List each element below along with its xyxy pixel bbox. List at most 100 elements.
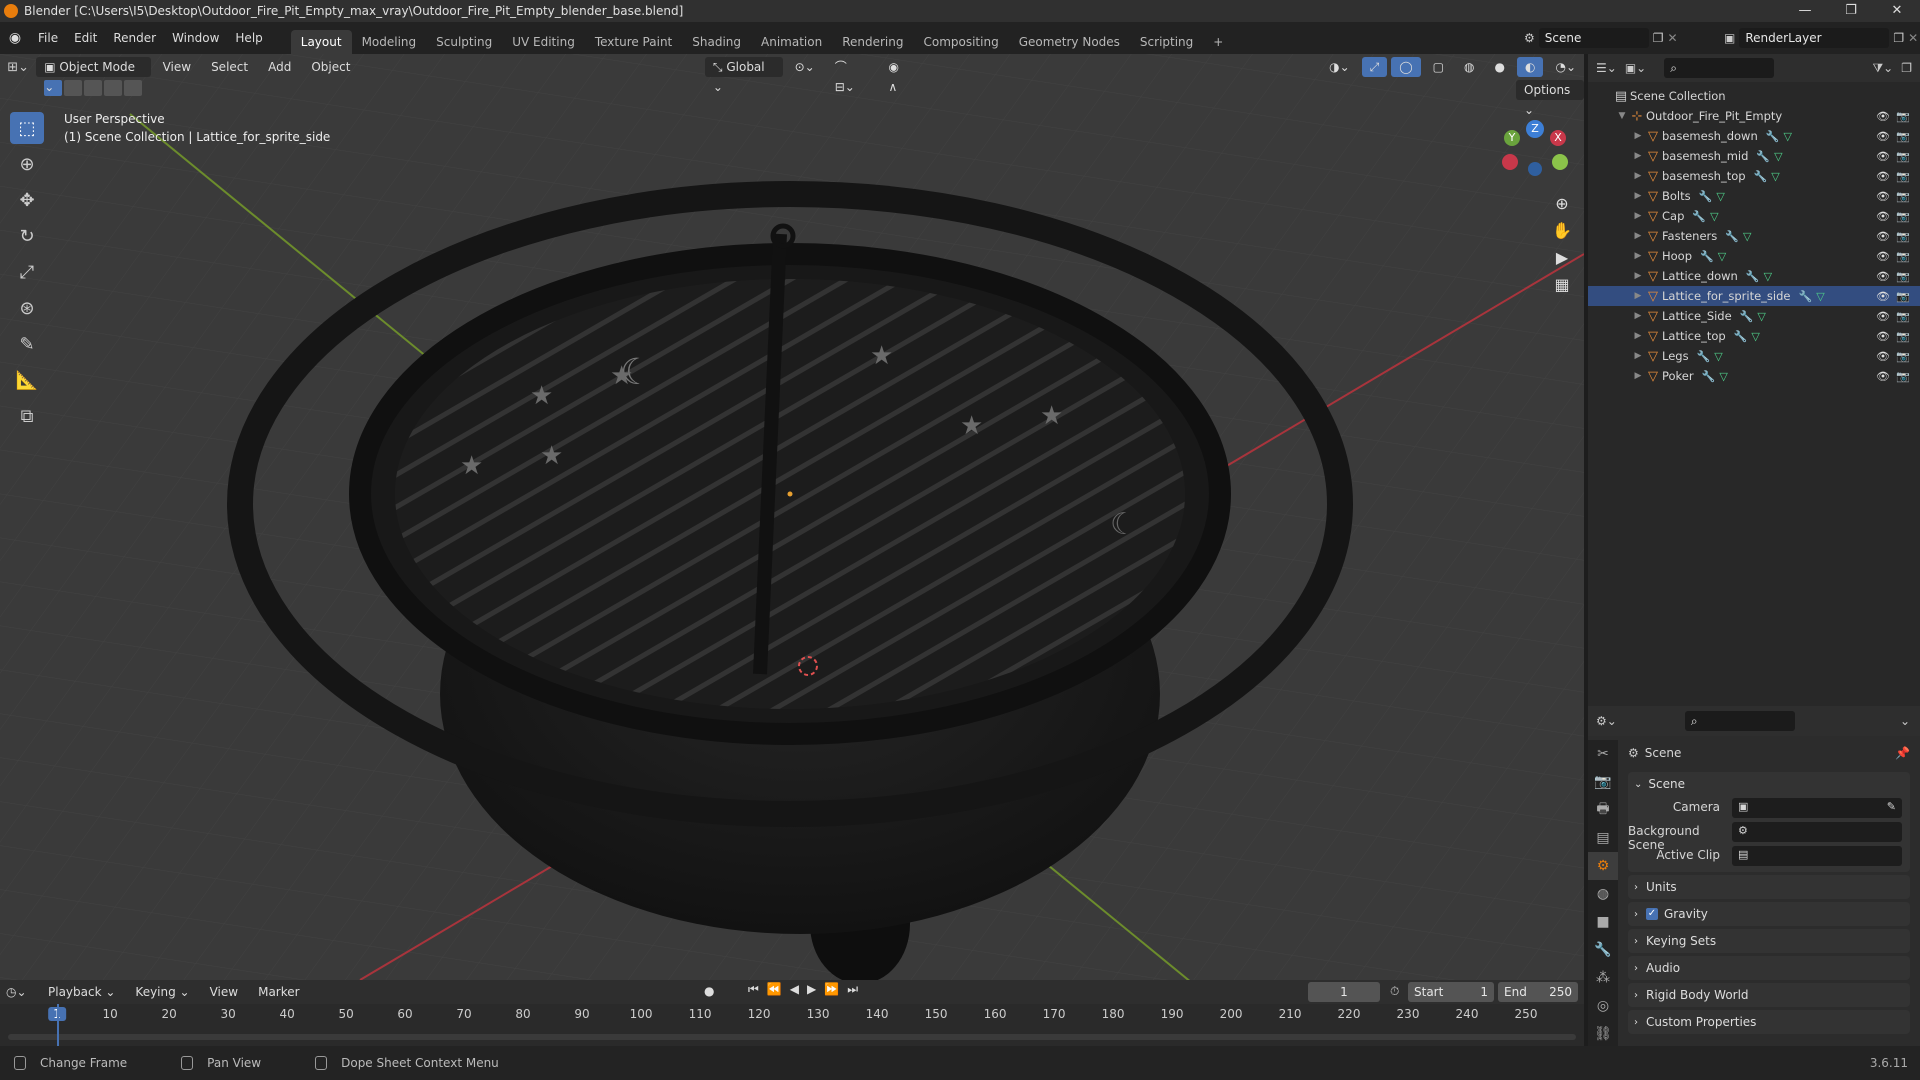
object-tab-icon[interactable]: ■ — [1588, 908, 1618, 936]
delete-view-layer-icon[interactable]: ✕ — [1908, 31, 1918, 45]
eye-icon[interactable]: 👁 — [1876, 330, 1890, 343]
render-tab-icon[interactable]: 📷 — [1588, 768, 1618, 796]
solid-shading-icon[interactable]: ● — [1487, 57, 1513, 77]
world-tab-icon[interactable]: ◍ — [1588, 880, 1618, 908]
expand-down-icon[interactable]: ▼ — [1616, 111, 1628, 121]
gizmo-z-axis[interactable]: Z — [1526, 120, 1544, 138]
tab-shading[interactable]: Shading — [682, 30, 751, 54]
material-shading-icon[interactable]: ◐ — [1516, 57, 1544, 77]
outliner-search-input[interactable]: ⌕ — [1664, 58, 1775, 78]
view-layer-tab-icon[interactable]: ▤ — [1588, 824, 1618, 852]
current-frame-field[interactable]: 1 — [1308, 982, 1380, 1002]
rotate-tool-icon[interactable]: ↻ — [10, 220, 44, 252]
scale-tool-icon[interactable]: ⤢ — [10, 256, 44, 288]
eye-icon[interactable]: 👁 — [1876, 310, 1890, 323]
render-camera-icon[interactable]: 📷 — [1896, 170, 1910, 183]
pivot-point-icon[interactable]: ⊙⌄ — [787, 57, 823, 77]
expand-right-icon[interactable]: ▶ — [1632, 171, 1644, 181]
zoom-icon[interactable]: ⊕ — [1555, 194, 1568, 213]
subpanel-audio[interactable]: › Audio — [1628, 956, 1910, 980]
modifier-icon[interactable]: 🔧 — [1692, 210, 1706, 223]
end-frame-field[interactable]: End 250 — [1498, 982, 1578, 1002]
rendered-shading-icon[interactable]: ◔⌄ — [1547, 57, 1584, 77]
subpanel-custom-properties[interactable]: › Custom Properties — [1628, 1010, 1910, 1034]
expand-right-icon[interactable]: ▶ — [1632, 131, 1644, 141]
eye-icon[interactable]: 👁 — [1876, 230, 1890, 243]
tab-uv-editing[interactable]: UV Editing — [502, 30, 585, 54]
tab-layout[interactable]: Layout — [290, 30, 352, 54]
next-keyframe-icon[interactable]: ⏩ — [824, 982, 839, 997]
mesh-data-icon[interactable]: ▽ — [1719, 370, 1727, 383]
select-intersect-icon[interactable] — [124, 80, 142, 96]
scene-name-field[interactable]: Scene — [1538, 28, 1649, 48]
render-camera-icon[interactable]: 📷 — [1896, 270, 1910, 283]
stopwatch-icon[interactable]: ⏱ — [1390, 984, 1399, 999]
camera-field[interactable]: ▣ ✎ — [1732, 798, 1902, 818]
new-scene-icon[interactable]: ❐ — [1653, 31, 1664, 45]
menu-help[interactable]: Help — [227, 22, 270, 54]
xray-toggle-icon[interactable]: ▢ — [1425, 57, 1452, 77]
properties-search-input[interactable]: ⌕ — [1684, 711, 1795, 731]
display-mode-icon[interactable]: ▣⌄ — [1625, 61, 1646, 75]
outliner-item[interactable]: ▶ ▽ Lattice_top 🔧 ▽ 👁 📷 — [1588, 326, 1920, 346]
expand-right-icon[interactable]: ▶ — [1632, 271, 1644, 281]
play-icon[interactable]: ▶ — [807, 982, 816, 997]
modifier-icon[interactable]: 🔧 — [1700, 250, 1714, 263]
navigation-gizmo[interactable]: Z Y X — [1500, 114, 1570, 184]
start-frame-field[interactable]: Start 1 — [1408, 982, 1494, 1002]
properties-options-icon[interactable]: ⌄ — [1900, 714, 1910, 728]
filter-icon[interactable]: ⧩⌄ — [1872, 61, 1893, 76]
eye-icon[interactable]: 👁 — [1876, 190, 1890, 203]
expand-right-icon[interactable]: ▶ — [1632, 151, 1644, 161]
render-camera-icon[interactable]: 📷 — [1896, 330, 1910, 343]
gravity-checkbox[interactable]: ✓ — [1646, 908, 1658, 920]
scene-panel-header[interactable]: ⌄ Scene — [1628, 772, 1910, 796]
outliner-item[interactable]: ▶ ▽ Lattice_down 🔧 ▽ 👁 📷 — [1588, 266, 1920, 286]
select-invert-icon[interactable] — [104, 80, 122, 96]
scene-icon[interactable]: ⚙ — [1524, 31, 1535, 45]
measure-tool-icon[interactable]: 📐 — [10, 364, 44, 396]
background-scene-field[interactable]: ⚙ — [1732, 822, 1902, 842]
gizmo-x-axis[interactable]: X — [1550, 130, 1566, 146]
mesh-data-icon[interactable]: ▽ — [1764, 270, 1772, 283]
modifier-icon[interactable]: 🔧 — [1734, 330, 1748, 343]
active-clip-field[interactable]: ▤ — [1732, 846, 1902, 866]
menu-window[interactable]: Window — [164, 22, 227, 54]
modifier-icon[interactable]: 🔧 — [1725, 230, 1739, 243]
expand-right-icon[interactable]: ▶ — [1632, 331, 1644, 341]
render-camera-icon[interactable]: 📷 — [1896, 210, 1910, 223]
modifier-icon[interactable]: 🔧 — [1756, 150, 1770, 163]
gizmo-y-axis[interactable]: Y — [1504, 130, 1520, 146]
constraints-tab-icon[interactable]: ⛓ — [1588, 1020, 1618, 1048]
modifier-icon[interactable]: 🔧 — [1799, 290, 1813, 303]
jump-end-icon[interactable]: ⏭ — [847, 982, 858, 997]
subpanel-units[interactable]: › Units — [1628, 875, 1910, 899]
jump-start-icon[interactable]: ⏮ — [748, 982, 759, 997]
select-box-tool-icon[interactable]: ⬚ — [10, 112, 44, 144]
expand-right-icon[interactable]: ▶ — [1632, 251, 1644, 261]
view-layer-field[interactable]: RenderLayer — [1739, 28, 1890, 48]
wireframe-shading-icon[interactable]: ◍ — [1456, 57, 1482, 77]
gizmo-neg-z[interactable] — [1528, 162, 1542, 176]
mesh-data-icon[interactable]: ▽ — [1751, 330, 1759, 343]
select-subtract-icon[interactable] — [84, 80, 102, 96]
outliner-item[interactable]: ▶ ▽ basemesh_top 🔧 ▽ 👁 📷 — [1588, 166, 1920, 186]
scene-tab-icon[interactable]: ⚙ — [1588, 852, 1618, 880]
eye-icon[interactable]: 👁 — [1876, 250, 1890, 263]
eye-icon[interactable]: 👁 — [1876, 150, 1890, 163]
menu-select[interactable]: Select — [203, 57, 256, 77]
eye-icon[interactable]: 👁 — [1876, 270, 1890, 283]
options-dropdown[interactable]: Options ⌄ — [1516, 80, 1584, 117]
outliner-item[interactable]: ▶ ▽ Bolts 🔧 ▽ 👁 📷 — [1588, 186, 1920, 206]
modifier-icon[interactable]: 🔧 — [1754, 170, 1768, 183]
output-tab-icon[interactable]: 🖶 — [1588, 796, 1618, 824]
menu-timeline-view[interactable]: View — [202, 982, 246, 1002]
properties-editor-icon[interactable]: ⚙⌄ — [1596, 714, 1617, 728]
tab-scripting[interactable]: Scripting — [1130, 30, 1203, 54]
outliner-item[interactable]: ▶ ▽ basemesh_down 🔧 ▽ 👁 📷 — [1588, 126, 1920, 146]
menu-render[interactable]: Render — [105, 22, 164, 54]
render-camera-icon[interactable]: 📷 — [1896, 370, 1910, 383]
mesh-data-icon[interactable]: ▽ — [1743, 230, 1751, 243]
mesh-data-icon[interactable]: ▽ — [1710, 210, 1718, 223]
mesh-data-icon[interactable]: ▽ — [1783, 130, 1791, 143]
